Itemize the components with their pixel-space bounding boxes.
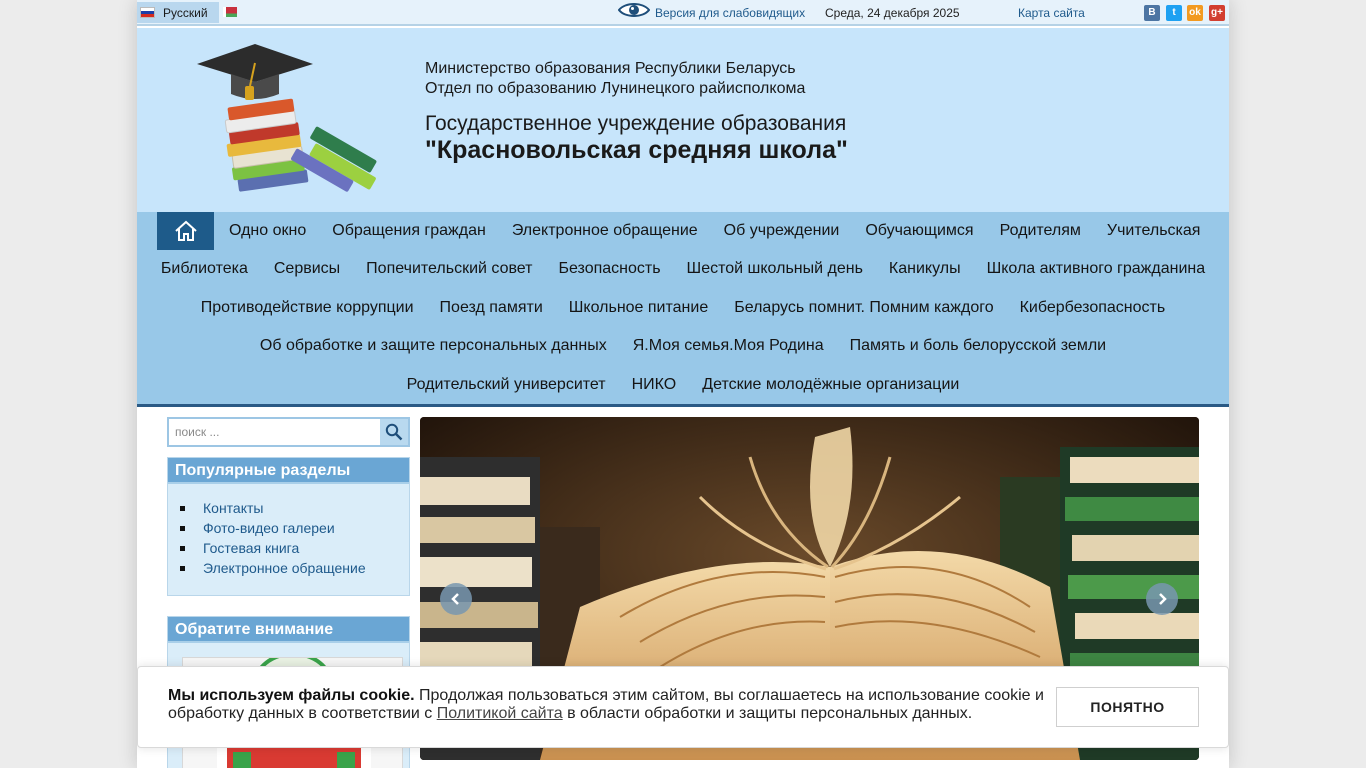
- nav-item[interactable]: НИКО: [619, 376, 690, 394]
- list-item[interactable]: Фото-видео галереи: [180, 518, 409, 538]
- bullet-icon: [180, 565, 185, 571]
- current-date: Среда, 24 декабря 2025: [825, 6, 960, 20]
- nav-item[interactable]: Родительский университет: [394, 376, 619, 394]
- nav-item[interactable]: Попечительский совет: [353, 260, 545, 278]
- popular-link[interactable]: Электронное обращение: [203, 560, 366, 576]
- nav-item[interactable]: Беларусь помнит. Помним каждого: [721, 299, 1006, 317]
- nav-row: Противодействие коррупции Поезд памяти Ш…: [137, 289, 1229, 327]
- popular-link[interactable]: Контакты: [203, 500, 263, 516]
- nav-row: Библиотека Сервисы Попечительский совет …: [137, 250, 1229, 288]
- nav-row: Родительский университет НИКО Детские мо…: [137, 366, 1229, 404]
- cookie-notice: Мы используем файлы cookie. Продолжая по…: [137, 666, 1229, 748]
- search-input[interactable]: [171, 421, 379, 443]
- school-name: "Красновольская средняя школа": [425, 136, 848, 164]
- accessibility-version-link[interactable]: Версия для слабовидящих: [655, 6, 805, 20]
- top-bar: Русский Версия для слабовидящих Среда, 2…: [137, 0, 1229, 26]
- popular-sections-panel: Популярные разделы Контакты Фото-видео г…: [167, 457, 410, 596]
- search-icon: [385, 423, 403, 441]
- vk-icon[interactable]: В: [1144, 5, 1160, 21]
- search-button[interactable]: [380, 419, 408, 445]
- department-title: Отдел по образованию Лунинецкого райиспо…: [425, 80, 806, 97]
- language-russian[interactable]: Русский: [137, 2, 219, 23]
- panel-title: Обратите внимание: [168, 617, 409, 643]
- search-box: [167, 417, 410, 447]
- nav-item[interactable]: Сервисы: [261, 260, 353, 278]
- panel-title: Популярные разделы: [168, 458, 409, 484]
- nav-item[interactable]: Память и боль белорусской земли: [837, 337, 1119, 355]
- bullet-icon: [180, 525, 185, 531]
- nav-item[interactable]: Кибербезопасность: [1007, 299, 1179, 317]
- nav-item[interactable]: Школьное питание: [556, 299, 721, 317]
- bullet-icon: [180, 545, 185, 551]
- privacy-policy-link[interactable]: Политикой сайта: [437, 705, 563, 722]
- popular-link[interactable]: Фото-видео галереи: [203, 520, 335, 536]
- nav-item[interactable]: Об учреждении: [711, 222, 853, 240]
- language-label: Русский: [163, 5, 208, 20]
- nav-item[interactable]: Об обработке и защите персональных данны…: [247, 337, 620, 355]
- nav-item[interactable]: Шестой школьный день: [674, 260, 876, 278]
- nav-item[interactable]: Поезд памяти: [427, 299, 556, 317]
- nav-item[interactable]: Каникулы: [876, 260, 974, 278]
- nav-item[interactable]: Обращения граждан: [319, 222, 499, 240]
- eye-icon[interactable]: [618, 1, 650, 19]
- ministry-title: Министерство образования Республики Бела…: [425, 60, 796, 77]
- russia-flag-icon: [140, 7, 155, 18]
- google-plus-icon[interactable]: g+: [1209, 5, 1225, 21]
- main-navigation: Одно окно Обращения граждан Электронное …: [137, 212, 1229, 407]
- list-item[interactable]: Электронное обращение: [180, 558, 409, 578]
- slider-prev-button[interactable]: [440, 583, 472, 615]
- nav-item[interactable]: Обучающимся: [852, 222, 986, 240]
- chevron-right-icon: [1159, 593, 1167, 605]
- page-container: Русский Версия для слабовидящих Среда, 2…: [137, 0, 1229, 768]
- popular-link[interactable]: Гостевая книга: [203, 540, 299, 556]
- popular-list: Контакты Фото-видео галереи Гостевая кни…: [168, 484, 409, 578]
- nav-item[interactable]: Родителям: [987, 222, 1094, 240]
- institution-type: Государственное учреждение образования: [425, 112, 847, 135]
- nav-item[interactable]: Учительская: [1094, 222, 1214, 240]
- nav-item[interactable]: Библиотека: [148, 260, 261, 278]
- school-logo-icon[interactable]: [195, 44, 395, 194]
- list-item[interactable]: Гостевая книга: [180, 538, 409, 558]
- slider-next-button[interactable]: [1146, 583, 1178, 615]
- list-item[interactable]: Контакты: [180, 498, 409, 518]
- nav-item[interactable]: Безопасность: [545, 260, 673, 278]
- sitemap-link[interactable]: Карта сайта: [1018, 6, 1085, 20]
- bullet-icon: [180, 505, 185, 511]
- nav-item[interactable]: Противодействие коррупции: [188, 299, 427, 317]
- nav-row: Об обработке и защите персональных данны…: [137, 327, 1229, 365]
- nav-row: Одно окно Обращения граждан Электронное …: [137, 212, 1229, 250]
- cookie-text: Мы используем файлы cookie. Продолжая по…: [168, 687, 1048, 723]
- nav-item[interactable]: Я.Моя семья.Моя Родина: [620, 337, 837, 355]
- nav-item[interactable]: Школа активного гражданина: [974, 260, 1219, 278]
- chevron-left-icon: [451, 593, 459, 605]
- site-header: Министерство образования Республики Бела…: [137, 28, 1229, 212]
- nav-item[interactable]: Одно окно: [216, 222, 319, 240]
- home-icon: [174, 220, 197, 241]
- odnoklassniki-icon[interactable]: ok: [1187, 5, 1203, 21]
- cookie-accept-button[interactable]: ПОНЯТНО: [1056, 687, 1199, 727]
- nav-item[interactable]: Детские молодёжные организации: [689, 376, 972, 394]
- home-button[interactable]: [157, 212, 214, 250]
- belarus-flag-icon[interactable]: [223, 7, 237, 17]
- twitter-icon[interactable]: t: [1166, 5, 1182, 21]
- cookie-bold-text: Мы используем файлы cookie.: [168, 687, 415, 704]
- cookie-text-part: в области обработки и защиты персональны…: [562, 705, 973, 722]
- nav-item[interactable]: Электронное обращение: [499, 222, 711, 240]
